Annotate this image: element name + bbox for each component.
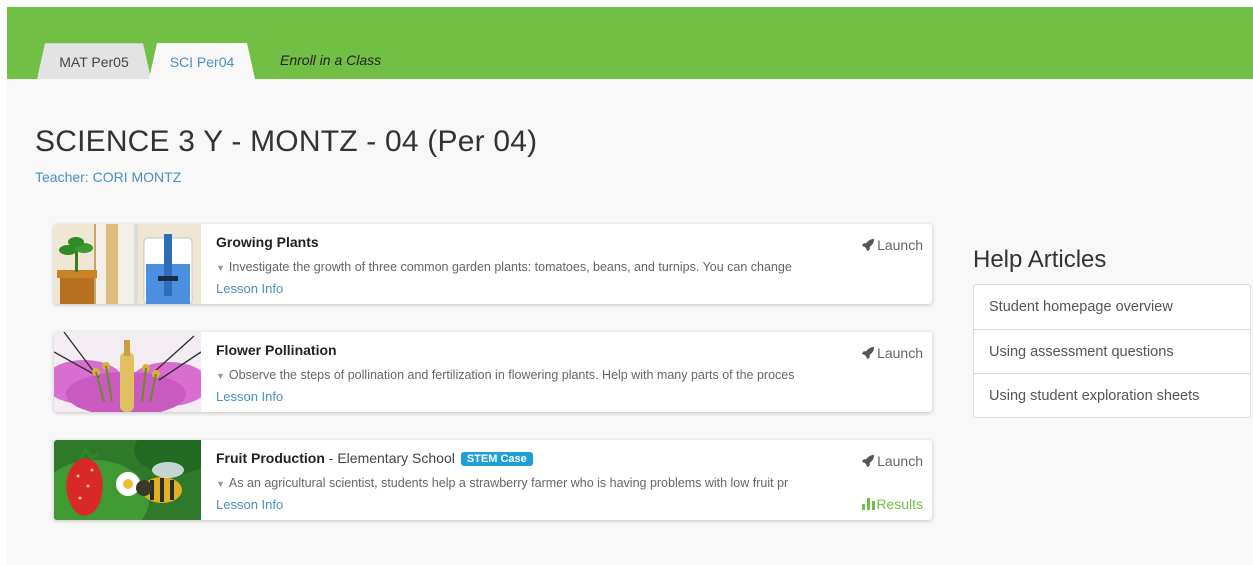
top-nav-bar: MAT Per05 SCI Per04 Enroll in a Class (7, 7, 1253, 79)
lesson-name[interactable]: Growing Plants (216, 234, 319, 250)
tab-mat-per05[interactable]: MAT Per05 (37, 43, 151, 79)
rocket-icon (861, 454, 875, 468)
launch-label: Launch (877, 345, 923, 361)
tab-sci-per04[interactable]: SCI Per04 (149, 43, 255, 79)
tab-label: MAT Per05 (59, 54, 129, 70)
lesson-card-fruit-production: Fruit Production - Elementary School STEM… (54, 440, 932, 520)
lesson-description-text: As an agricultural scientist, students h… (228, 476, 789, 490)
help-articles-list: Student homepage overview Using assessme… (973, 284, 1251, 418)
lesson-info-link[interactable]: Lesson Info (216, 497, 283, 512)
rocket-icon (861, 238, 875, 252)
page-title: SCIENCE 3 Y - MONTZ - 04 (Per 04) (35, 125, 538, 158)
lesson-description[interactable]: ▼ Observe the steps of pollination and fe… (216, 368, 842, 382)
launch-label: Launch (877, 237, 923, 253)
help-articles-heading: Help Articles (973, 246, 1107, 273)
lesson-card-growing-plants: Growing Plants ▼ Investigate the growth o… (54, 224, 932, 304)
app-frame: MAT Per05 SCI Per04 Enroll in a Class SC… (7, 7, 1253, 565)
lesson-level: - Elementary School (324, 450, 455, 466)
flower-pollination-thumbnail (54, 332, 201, 412)
lesson-name[interactable]: Flower Pollination (216, 342, 337, 358)
caret-down-icon: ▼ (216, 371, 225, 381)
help-article-link[interactable]: Using student exploration sheets (974, 373, 1250, 417)
launch-label: Launch (877, 453, 923, 469)
fruit-production-thumbnail (54, 440, 201, 520)
lesson-name[interactable]: Fruit Production - Elementary School STEM… (216, 450, 533, 466)
lesson-description[interactable]: ▼ As an agricultural scientist, students … (216, 476, 842, 490)
caret-down-icon: ▼ (216, 479, 225, 489)
lesson-description[interactable]: ▼ Investigate the growth of three common … (216, 260, 842, 274)
lesson-description-text: Investigate the growth of three common g… (228, 260, 792, 274)
help-article-link[interactable]: Using assessment questions (974, 329, 1250, 373)
lesson-description-text: Observe the steps of pollination and fer… (228, 368, 795, 382)
enroll-class-link[interactable]: Enroll in a Class (280, 52, 381, 68)
results-button[interactable]: Results (862, 496, 923, 512)
tab-label: SCI Per04 (169, 54, 235, 70)
lesson-name-text: Fruit Production (216, 450, 325, 466)
help-article-link[interactable]: Student homepage overview (974, 285, 1250, 329)
caret-down-icon: ▼ (216, 263, 225, 273)
lesson-card-flower-pollination: Flower Pollination ▼ Observe the steps of… (54, 332, 932, 412)
results-label: Results (876, 496, 923, 512)
rocket-icon (861, 346, 875, 360)
lesson-info-link[interactable]: Lesson Info (216, 281, 283, 296)
launch-button[interactable]: Launch (861, 453, 923, 469)
lesson-info-link[interactable]: Lesson Info (216, 389, 283, 404)
teacher-link[interactable]: Teacher: CORI MONTZ (35, 169, 181, 185)
bar-chart-icon (862, 498, 876, 510)
growing-plants-thumbnail (54, 224, 201, 304)
stem-case-badge: STEM Case (460, 452, 533, 466)
launch-button[interactable]: Launch (861, 345, 923, 361)
launch-button[interactable]: Launch (861, 237, 923, 253)
